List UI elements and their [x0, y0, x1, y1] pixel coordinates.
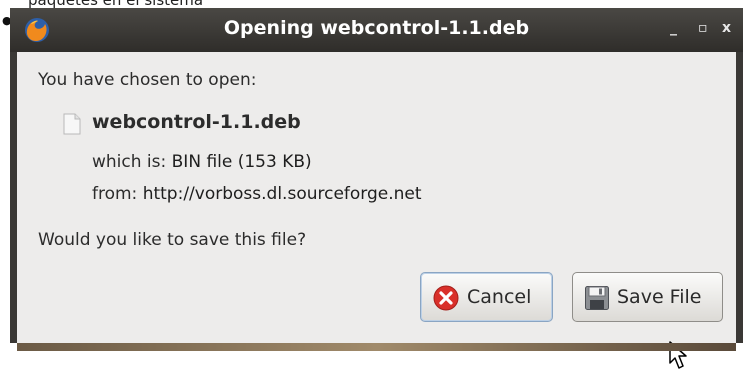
file-icon	[63, 113, 81, 135]
save-question: Would you like to save this file?	[38, 230, 307, 250]
cancel-label: Cancel	[467, 286, 532, 308]
file-type-row: which is: BIN file (153 KB)	[92, 152, 312, 172]
cancel-button[interactable]: Cancel	[420, 272, 553, 322]
intro-text: You have chosen to open:	[38, 70, 257, 90]
source-url: http://vorboss.dl.sourceforge.net	[142, 184, 422, 204]
dialog-content: You have chosen to open: webcontrol-1.1.…	[17, 52, 736, 369]
cancel-icon	[433, 285, 459, 311]
dialog-title: Opening webcontrol-1.1.deb	[223, 17, 530, 39]
close-button[interactable]: x	[722, 20, 731, 36]
maximize-button[interactable]: ▫	[698, 20, 708, 36]
source-row: from: http://vorboss.dl.sourceforge.net	[92, 184, 422, 204]
floppy-disk-icon	[585, 286, 609, 310]
source-label: from:	[92, 184, 138, 204]
desktop-backdrop	[17, 343, 736, 351]
save-file-label: Save File	[617, 286, 702, 308]
file-type-value: BIN file (153 KB)	[171, 152, 312, 172]
download-dialog: Opening webcontrol-1.1.deb _ ▫ x You hav…	[10, 8, 743, 369]
save-file-button[interactable]: Save File	[572, 272, 723, 322]
file-type-label: which is:	[92, 152, 167, 172]
minimize-button[interactable]: _	[670, 20, 677, 36]
title-bar[interactable]: Opening webcontrol-1.1.deb _ ▫ x	[10, 8, 743, 52]
file-name: webcontrol-1.1.deb	[92, 111, 301, 133]
